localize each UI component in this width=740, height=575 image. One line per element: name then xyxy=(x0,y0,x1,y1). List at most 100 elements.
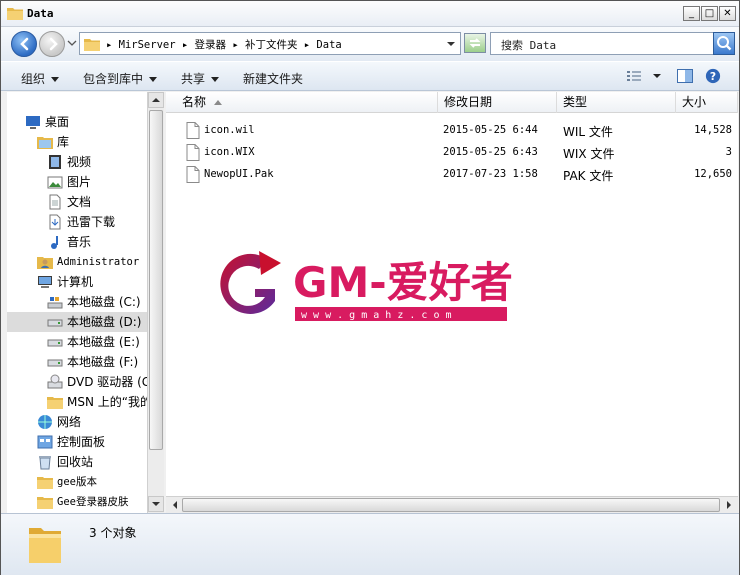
tree-item-label: 视频 xyxy=(67,155,92,169)
watermark-url-text: w w w . g m a h z . c o m xyxy=(301,310,452,321)
column-header-size[interactable]: 大小 xyxy=(676,92,738,113)
file-icon xyxy=(186,166,200,183)
file-icon xyxy=(186,144,200,161)
include-library-label: 包含到库中 xyxy=(83,72,144,86)
download-icon xyxy=(49,214,61,230)
desktop-icon xyxy=(26,116,40,129)
back-button[interactable] xyxy=(11,31,37,57)
chevron-down-icon[interactable] xyxy=(445,36,457,52)
file-modified: 2017-07-23 1:58 xyxy=(443,168,538,180)
drive-icon xyxy=(47,319,63,327)
item-count: 3 个对象 xyxy=(89,526,137,540)
file-type: PAK 文件 xyxy=(563,169,614,183)
file-row[interactable]: icon.wil 2015-05-25 6:44 WIL 文件 14,528 xyxy=(166,120,738,142)
column-header-name[interactable]: 名称 xyxy=(166,92,438,113)
tree-item-label: 文档 xyxy=(67,195,92,209)
navigation-pane: 桌面 库 视频 图片 文档 迅雷下载 音乐 Administrator 计算机 … xyxy=(7,92,163,513)
file-row[interactable]: NewopUI.Pak 2017-07-23 1:58 PAK 文件 12,65… xyxy=(166,164,738,186)
file-size: 3 xyxy=(725,146,732,158)
recycle-bin-icon xyxy=(39,456,51,470)
new-folder-button[interactable]: 新建文件夹 xyxy=(243,70,303,87)
drive-icon xyxy=(47,359,63,367)
file-list-horizontal-scrollbar[interactable] xyxy=(166,496,738,513)
file-size: 12,650 xyxy=(694,168,732,180)
scrollbar-thumb[interactable] xyxy=(149,110,163,450)
maximize-button[interactable]: □ xyxy=(701,6,718,21)
tree-item-label: 桌面 xyxy=(45,115,70,129)
chevron-down-icon xyxy=(211,77,220,82)
tree-item-label: Administrator xyxy=(57,256,140,268)
view-options-icon[interactable] xyxy=(625,68,643,84)
control-panel-icon xyxy=(37,435,53,449)
recent-pages-dropdown-icon[interactable] xyxy=(67,38,77,48)
address-row: ▸ MirServer ▸ 登录器 ▸ 补丁文件夹 ▸ Data 搜索 Data xyxy=(1,27,739,61)
file-row[interactable]: icon.WIX 2015-05-25 6:43 WIX 文件 3 xyxy=(166,142,738,164)
file-type: WIL 文件 xyxy=(563,125,613,139)
folder-icon xyxy=(7,8,23,20)
sort-ascending-icon xyxy=(214,100,223,105)
column-header-modified[interactable]: 修改日期 xyxy=(438,92,557,113)
scroll-down-button[interactable] xyxy=(148,496,164,512)
details-pane: 3 个对象 xyxy=(1,513,739,575)
tree-item-label: DVD 驱动器 (G xyxy=(67,375,152,389)
address-bar[interactable]: ▸ MirServer ▸ 登录器 ▸ 补丁文件夹 ▸ Data xyxy=(79,32,461,55)
organize-label: 组织 xyxy=(21,72,46,86)
drive-icon xyxy=(47,339,63,347)
search-icon xyxy=(717,36,732,51)
chevron-left-icon[interactable] xyxy=(168,498,182,512)
navigation-pane-scrollbar[interactable] xyxy=(147,92,164,513)
close-button[interactable]: ✕ xyxy=(719,6,736,21)
file-size: 14,528 xyxy=(694,124,732,136)
column-header-row: 名称 修改日期 类型 大小 xyxy=(166,92,738,113)
tree-item-label: gee版本 xyxy=(57,476,97,488)
minimize-button[interactable]: _ xyxy=(683,6,700,21)
include-in-library-menu[interactable]: 包含到库中 xyxy=(83,70,158,87)
tree-item-label: 库 xyxy=(57,135,70,149)
scroll-up-button[interactable] xyxy=(148,92,164,108)
tree-item-label: 计算机 xyxy=(57,275,94,289)
music-icon xyxy=(51,236,58,249)
tree-item-label: Gee登录器皮肤 xyxy=(57,496,129,508)
chevron-right-icon[interactable] xyxy=(722,498,736,512)
system-drive-icon xyxy=(47,297,63,309)
refresh-icon xyxy=(469,38,481,48)
folder-icon xyxy=(29,528,61,563)
window-title: Data xyxy=(27,7,54,20)
column-header-type[interactable]: 类型 xyxy=(557,92,676,113)
folder-icon xyxy=(37,497,53,509)
tree-item-drive-d[interactable]: 本地磁盘 (D:) xyxy=(7,312,162,332)
tree-item-label: 迅雷下载 xyxy=(67,215,116,229)
column-name-label: 名称 xyxy=(182,95,207,109)
computer-icon xyxy=(38,276,52,288)
share-menu[interactable]: 共享 xyxy=(181,70,220,87)
video-icon xyxy=(49,155,61,169)
scrollbar-thumb[interactable] xyxy=(182,498,720,512)
search-placeholder: 搜索 Data xyxy=(501,39,557,52)
tree-item-label: 控制面板 xyxy=(57,435,106,449)
search-input[interactable]: 搜索 Data xyxy=(490,32,715,55)
arrow-right-icon xyxy=(49,37,58,51)
breadcrumb[interactable]: ▸ MirServer ▸ 登录器 ▸ 补丁文件夹 ▸ Data xyxy=(106,37,342,52)
picture-icon xyxy=(47,176,63,189)
tree-item-label: 音乐 xyxy=(67,235,92,249)
watermark-logo-text: GM-爱好者 xyxy=(293,258,513,307)
file-modified: 2015-05-25 6:44 xyxy=(443,124,538,136)
chevron-down-icon xyxy=(152,502,160,506)
search-button[interactable] xyxy=(713,32,735,55)
command-bar: 组织 包含到库中 共享 新建文件夹 ? xyxy=(1,61,739,91)
help-icon[interactable]: ? xyxy=(704,68,722,84)
refresh-button[interactable] xyxy=(464,33,486,53)
file-modified: 2015-05-25 6:43 xyxy=(443,146,538,158)
tree-item-label: 图片 xyxy=(67,175,92,189)
chevron-down-icon[interactable] xyxy=(651,68,663,84)
preview-pane-icon[interactable] xyxy=(676,68,694,84)
file-name: icon.wil xyxy=(204,124,255,136)
forward-button[interactable] xyxy=(39,31,65,57)
share-label: 共享 xyxy=(181,72,206,86)
file-name: NewopUI.Pak xyxy=(204,168,274,180)
tree-item-label: 网络 xyxy=(57,415,82,429)
title-bar: Data _ □ ✕ xyxy=(1,1,739,27)
organize-menu[interactable]: 组织 xyxy=(21,70,60,87)
folder-icon xyxy=(37,477,53,489)
document-icon xyxy=(49,194,61,210)
